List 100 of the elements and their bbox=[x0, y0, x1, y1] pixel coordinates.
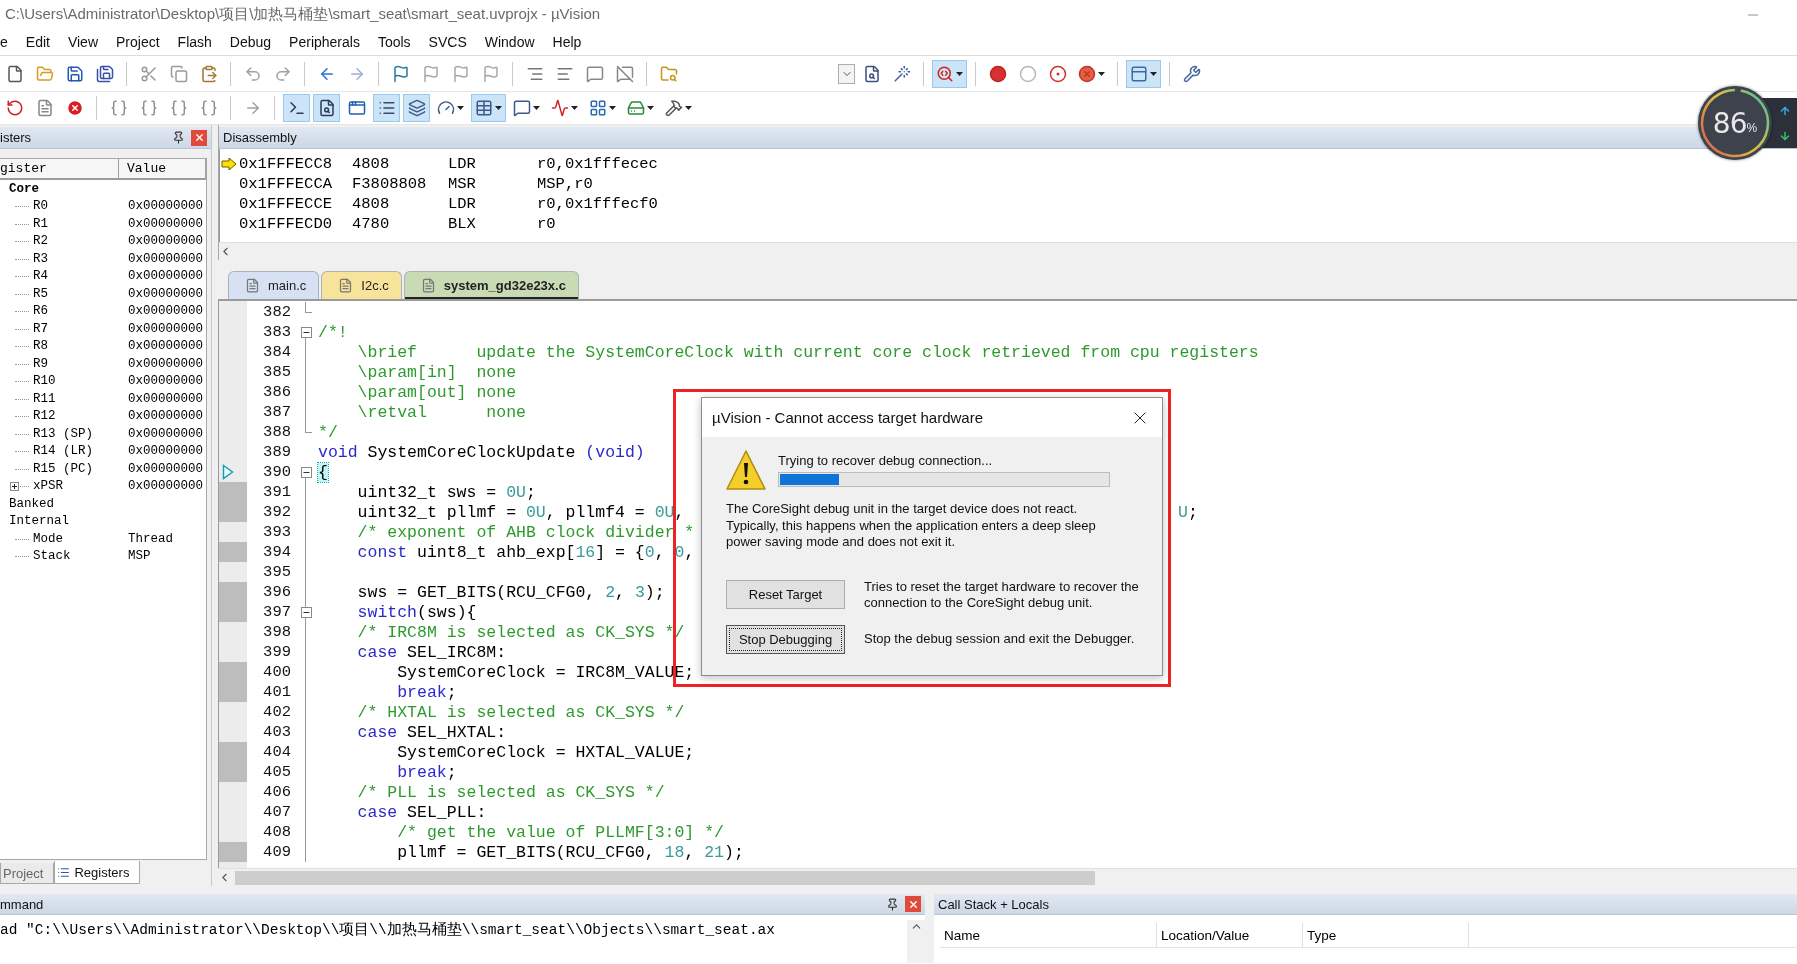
code-line: uint32_t pllmf = 0U, pllmf4 = 0U, bbox=[356, 502, 685, 522]
code-line: */ bbox=[317, 422, 338, 442]
column-header[interactable]: gister bbox=[0, 159, 119, 179]
mnemonic: LDR bbox=[448, 155, 477, 173]
file-search-icon bbox=[317, 99, 336, 117]
circle-x-icon bbox=[1078, 64, 1096, 83]
collapse-icon[interactable] bbox=[300, 326, 312, 338]
register-name: Core bbox=[9, 181, 39, 196]
flag-icon bbox=[391, 64, 410, 83]
menu-item[interactable]: SVCS bbox=[419, 31, 476, 53]
breakpoint-icon bbox=[988, 64, 1007, 83]
pin-icon[interactable] bbox=[886, 897, 899, 911]
code-line: /* exponent of AHB clock divider * bbox=[356, 522, 695, 542]
code-line: /* HXTAL is selected as CK_SYS */ bbox=[356, 702, 685, 722]
grid-icon bbox=[589, 99, 607, 117]
collapse-icon[interactable] bbox=[300, 466, 312, 478]
braces-icon bbox=[199, 99, 218, 117]
code-line: /*! bbox=[317, 322, 348, 342]
register-name: R1 bbox=[33, 216, 48, 231]
opcode: F3808808 bbox=[352, 175, 428, 193]
table-icon bbox=[475, 99, 493, 117]
collapse-icon[interactable] bbox=[300, 606, 312, 618]
redo-icon bbox=[273, 64, 292, 83]
file-search-button[interactable] bbox=[313, 94, 340, 122]
message-icon bbox=[513, 99, 531, 117]
scrollbar-thumb[interactable] bbox=[235, 870, 1095, 885]
code-line: \retval none bbox=[356, 402, 526, 422]
panel-tab[interactable]: Registers bbox=[54, 861, 141, 884]
column-header[interactable]: Type bbox=[1303, 923, 1469, 948]
register-name: R11 bbox=[33, 391, 56, 406]
caret-icon bbox=[533, 106, 540, 110]
menu-item[interactable]: Flash bbox=[168, 31, 221, 53]
close-button[interactable] bbox=[191, 129, 207, 146]
scissors-icon bbox=[139, 64, 158, 83]
column-header[interactable]: Value bbox=[119, 159, 206, 179]
register-name: R5 bbox=[33, 286, 48, 301]
menu-item[interactable]: Window bbox=[475, 31, 544, 53]
code-line: switch(sws){ bbox=[356, 602, 477, 622]
menu-item[interactable]: Edit bbox=[16, 31, 59, 53]
code-fragment: U; bbox=[1178, 502, 1198, 522]
column-header[interactable]: Name bbox=[940, 923, 1157, 948]
file-tab[interactable]: I2c.c bbox=[321, 271, 402, 299]
register-name: R6 bbox=[33, 304, 48, 319]
code-line: uint32_t sws = 0U; bbox=[356, 482, 536, 502]
copy-icon bbox=[169, 64, 188, 83]
pin-icon[interactable] bbox=[172, 131, 185, 144]
reset-icon bbox=[5, 99, 24, 117]
menu-item[interactable]: Debug bbox=[220, 31, 281, 53]
code-line: sws = GET_BITS(RCU_CFG0, 2, 3); bbox=[356, 582, 665, 602]
address: 0x1FFFECD0 bbox=[239, 215, 333, 233]
menu-item[interactable]: Peripherals bbox=[280, 31, 369, 53]
folder-icon bbox=[35, 64, 54, 83]
opcode: 4808 bbox=[352, 155, 391, 173]
menu-item[interactable]: Project bbox=[107, 31, 169, 53]
menu-item[interactable]: Help bbox=[543, 31, 591, 53]
dialog-button[interactable]: Reset Target bbox=[726, 580, 845, 609]
close-button[interactable] bbox=[905, 896, 921, 912]
register-name: Internal bbox=[9, 514, 69, 529]
code-line: SystemCoreClock = HXTAL_VALUE; bbox=[396, 742, 695, 762]
flag-icon bbox=[421, 64, 440, 83]
caret-icon bbox=[457, 106, 464, 110]
menu-item[interactable]: View bbox=[58, 31, 107, 53]
column-header[interactable]: Location/Value bbox=[1157, 923, 1303, 948]
register-value: 0x00000000 bbox=[128, 444, 204, 459]
table-button[interactable] bbox=[471, 94, 506, 122]
menu-item[interactable]: Tools bbox=[368, 31, 420, 53]
layers-button[interactable] bbox=[403, 94, 430, 122]
code-line: case SEL_PLL: bbox=[356, 802, 487, 822]
list-button[interactable] bbox=[373, 94, 400, 122]
register-name: R14 (LR) bbox=[33, 444, 93, 459]
status-text: Trying to recover debug connection... bbox=[778, 453, 994, 468]
address: 0x1FFFECC8 bbox=[239, 155, 333, 173]
caret-icon bbox=[1150, 71, 1157, 76]
mnemonic: BLX bbox=[448, 215, 477, 233]
register-value: 0x00000000 bbox=[128, 479, 204, 494]
register-value: Thread bbox=[128, 531, 174, 546]
code-line: /* PLL is selected as CK_SYS */ bbox=[356, 782, 665, 802]
action-description: Tries to reset the target hardware to recover the connection to the CoreSight debug unit. bbox=[864, 578, 1140, 611]
register-value: 0x00000000 bbox=[128, 374, 204, 389]
cpu-unit: % bbox=[1746, 121, 1758, 135]
error-message: The CoreSight debug unit in the target device does not react. Typically, this happens when the application enters a deep sleep power saving mode and does not exit it. bbox=[726, 501, 1097, 551]
panel-title: Call Stack + Locals bbox=[938, 896, 1049, 912]
register-name: R13 (SP) bbox=[33, 426, 93, 441]
file-tab[interactable]: main.c bbox=[228, 271, 320, 299]
list-icon bbox=[57, 865, 71, 879]
window-icon bbox=[1130, 64, 1148, 83]
dialog-button[interactable]: Stop Debugging bbox=[726, 624, 845, 654]
panel-tab[interactable]: Project bbox=[0, 863, 55, 884]
register-name: R12 bbox=[33, 409, 56, 424]
address: 0x1FFFECCE bbox=[239, 195, 333, 213]
file-tab[interactable]: system_gd32e23x.c bbox=[403, 271, 579, 299]
expand-icon[interactable] bbox=[10, 481, 19, 491]
menu-item[interactable]: e bbox=[0, 31, 17, 53]
drive-icon bbox=[627, 99, 645, 117]
debug-search-button[interactable] bbox=[932, 59, 967, 88]
comment-off-icon bbox=[615, 64, 634, 83]
code-line: \param[in] none bbox=[356, 362, 517, 382]
register-name: R0 bbox=[33, 199, 48, 214]
terminal-button[interactable] bbox=[283, 94, 310, 122]
window-button[interactable] bbox=[1126, 59, 1161, 88]
